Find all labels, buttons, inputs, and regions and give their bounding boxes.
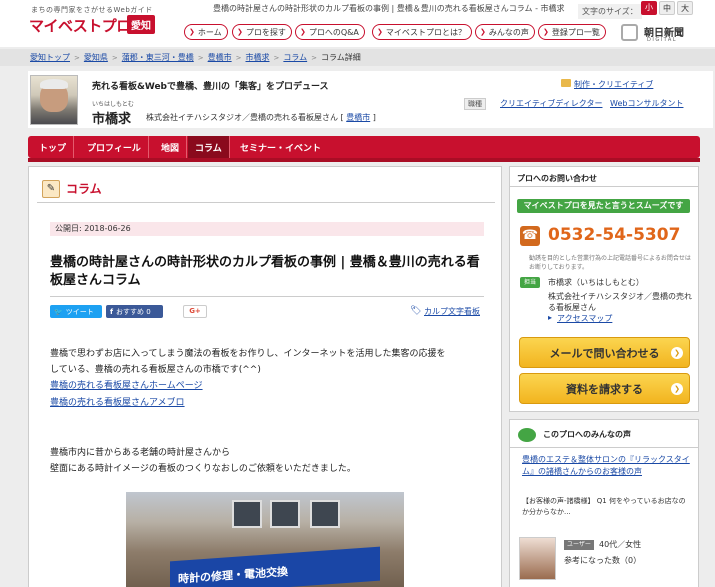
breadcrumb-current: コラム詳細 — [321, 53, 361, 62]
nav-voices[interactable]: ❯ みんなの声 — [475, 24, 535, 40]
breadcrumb-item[interactable]: 市橋求 — [246, 52, 270, 63]
nav-search[interactable]: ❯ プロを探す — [232, 24, 292, 40]
chevron-right-icon: > — [111, 53, 118, 62]
article-text: 壁面にある時計イメージの看板のつくりなおしのご依頼をいただきました。 — [50, 464, 356, 474]
breadcrumb-item[interactable]: 蒲郡・東三河・豊橋 — [122, 52, 194, 63]
bullet-icon: ▸ — [548, 313, 553, 322]
email-inquiry-button[interactable]: メールで問い合わせる ❯ — [519, 337, 690, 368]
photo-window — [270, 500, 300, 528]
publish-date: 公開日: 2018-06-26 — [50, 222, 484, 236]
speech-bubble-icon — [518, 428, 536, 442]
chevron-right-icon: ❯ — [671, 346, 683, 359]
user-demographic: 40代／女性 — [599, 540, 642, 549]
profile-company: 株式会社イチハシスタジオ／豊橋の売れる看板屋さん [ 豊橋市 ] — [146, 113, 376, 122]
profile-photo-hair — [40, 79, 68, 89]
partner-logo-sub: DIGITAL — [647, 37, 678, 43]
breadcrumb-item[interactable]: コラム — [283, 52, 307, 63]
asahi-logo-icon — [621, 24, 638, 41]
divider — [50, 296, 484, 297]
page-title-bar: 豊橋の時計屋さんの時計形状のカルプ看板の事例 | 豊橋＆豊川の売れる看板屋さんコ… — [213, 4, 565, 13]
logo-tagline: まちの専門家をさがせるWebガイド — [31, 6, 153, 14]
article-text: 豊橋で思わずお店に入ってしまう魔法の看板をお作りし、インターネットを活用した集客… — [50, 349, 446, 359]
tab-map[interactable]: 地図 — [154, 136, 188, 158]
job-link-web-consultant[interactable]: Webコンサルタント — [610, 98, 683, 109]
request-document-button[interactable]: 資料を請求する ❯ — [519, 373, 690, 404]
contact-title: プロへのお問い合わせ — [517, 174, 597, 183]
voices-title: このプロへのみんなの声 — [543, 430, 631, 439]
chevron-right-icon: ❯ — [480, 28, 486, 36]
chevron-right-icon: ❯ — [300, 28, 306, 36]
phone-number[interactable]: 0532-54-5307 — [548, 225, 680, 245]
user-avatar — [519, 537, 556, 580]
font-size-medium-button[interactable]: 中 — [659, 1, 675, 15]
breadcrumb: 愛知トップ > 愛知県 > 蒲郡・東三河・豊橋 > 豊橋市 > 市橋求 > コラム > コラ… — [0, 49, 715, 66]
tabs-underline — [28, 158, 700, 162]
divider — [510, 447, 698, 448]
phone-note: 勧誘を目的とした営業行為の上記電話番号によるお問合せはお断りしております。 — [529, 255, 691, 271]
font-size-small-button[interactable]: 小 — [641, 1, 657, 15]
nav-qa[interactable]: ❯ プロへのQ&A — [295, 24, 365, 40]
article-title: 豊橋の時計屋さんの時計形状のカルプ看板の事例 | 豊橋＆豊川の売れる看板屋さんコ… — [50, 255, 480, 288]
tab-top[interactable]: トップ — [32, 136, 75, 158]
homepage-link[interactable]: 豊橋の売れる看板屋さんホームページ — [50, 378, 203, 391]
facebook-icon: f — [110, 307, 114, 316]
job-label: 職種 — [464, 98, 486, 110]
profile-tagline: 売れる看板&Webで豊橋、豊川の「集客」をプロデュース — [92, 82, 329, 92]
chevron-right-icon: ❯ — [237, 28, 243, 36]
job-link-creative-director[interactable]: クリエイティブディレクター — [500, 98, 602, 109]
voice-excerpt: 【お客様の声-諸橋様】 Q1 何をやっているお店なのか分からなか... — [522, 497, 686, 516]
chevron-right-icon: > — [311, 53, 318, 62]
owner-company: 株式会社イチハシスタジオ／豊橋の売れる看板屋さん — [548, 292, 692, 312]
chevron-right-icon: > — [273, 53, 280, 62]
user-badge: ユーザー — [564, 540, 594, 550]
nav-pro-list[interactable]: ❯ 登録プロ一覧 — [538, 24, 606, 40]
tweet-button[interactable]: 🐦 ツイート — [50, 305, 102, 318]
twitter-icon: 🐦 — [54, 307, 63, 316]
chevron-right-icon: > — [74, 53, 80, 62]
chevron-right-icon: > — [235, 53, 242, 62]
chevron-right-icon: ❯ — [543, 28, 549, 36]
tab-seminar[interactable]: セミナー・イベント — [233, 136, 328, 158]
google-plus-button[interactable]: G+ — [183, 305, 207, 318]
photo-window — [232, 500, 262, 528]
chevron-right-icon: ❯ — [671, 382, 683, 395]
tab-profile[interactable]: プロフィール — [80, 136, 149, 158]
owner-name: 市橋求（いちはしもとむ） — [548, 278, 644, 287]
breadcrumb-item[interactable]: 愛知トップ — [30, 52, 70, 63]
font-size-label: 文字のサイズ： — [578, 4, 642, 19]
nav-about[interactable]: ❯ マイベストプロとは？ — [372, 24, 473, 40]
photo-window — [310, 500, 340, 528]
nav-home[interactable]: ❯ ホーム — [184, 24, 228, 40]
article-text: している、豊橋の売れる看板屋さんの市橋です(^^) — [50, 365, 261, 375]
contact-hint-bar: マイベストプロを見たと言うとスムーズです — [517, 199, 690, 213]
city-link[interactable]: 豊橋市 — [346, 113, 370, 122]
breadcrumb-item[interactable]: 愛知県 — [84, 52, 108, 63]
font-size-large-button[interactable]: 大 — [677, 1, 693, 15]
category-link[interactable]: 制作・クリエイティブ — [574, 79, 653, 90]
pencil-note-icon: ✎ — [42, 180, 60, 198]
profile-name: 市橋求 — [92, 112, 132, 127]
area-badge: 愛知 — [127, 15, 155, 34]
tab-column[interactable]: コラム — [188, 136, 230, 158]
phone-icon: ☎ — [520, 226, 540, 246]
tag-icon: 🏷 — [410, 306, 422, 316]
breadcrumb-item[interactable]: 豊橋市 — [208, 52, 232, 63]
section-heading: コラム — [66, 182, 102, 196]
owner-badge: 担当 — [520, 277, 540, 288]
chevron-right-icon: ❯ — [189, 28, 195, 36]
facebook-like-button[interactable]: f おすすめ 0 — [106, 305, 163, 318]
access-map-link[interactable]: アクセスマップ — [557, 313, 612, 324]
chevron-right-icon: > — [197, 53, 204, 62]
divider — [510, 186, 698, 187]
ameblo-link[interactable]: 豊橋の売れる看板屋さんアメブロ — [50, 395, 185, 408]
site-logo[interactable]: マイベストプロ — [29, 15, 131, 36]
article-text: 豊橋市内に昔からある老舗の時計屋さんから — [50, 448, 231, 458]
divider — [37, 202, 495, 203]
voice-link[interactable]: 豊橋のエステ＆整体サロンの『リラックスタイム』の諸橋さんからのお客様の声 — [522, 454, 690, 478]
profile-name-kana: いちはしもとむ — [92, 101, 134, 108]
chevron-right-icon: ❯ — [377, 28, 383, 36]
folder-icon — [561, 79, 571, 87]
helpful-count: 参考になった数（0） — [564, 556, 642, 565]
tag-link[interactable]: カルプ文字看板 — [424, 306, 480, 317]
